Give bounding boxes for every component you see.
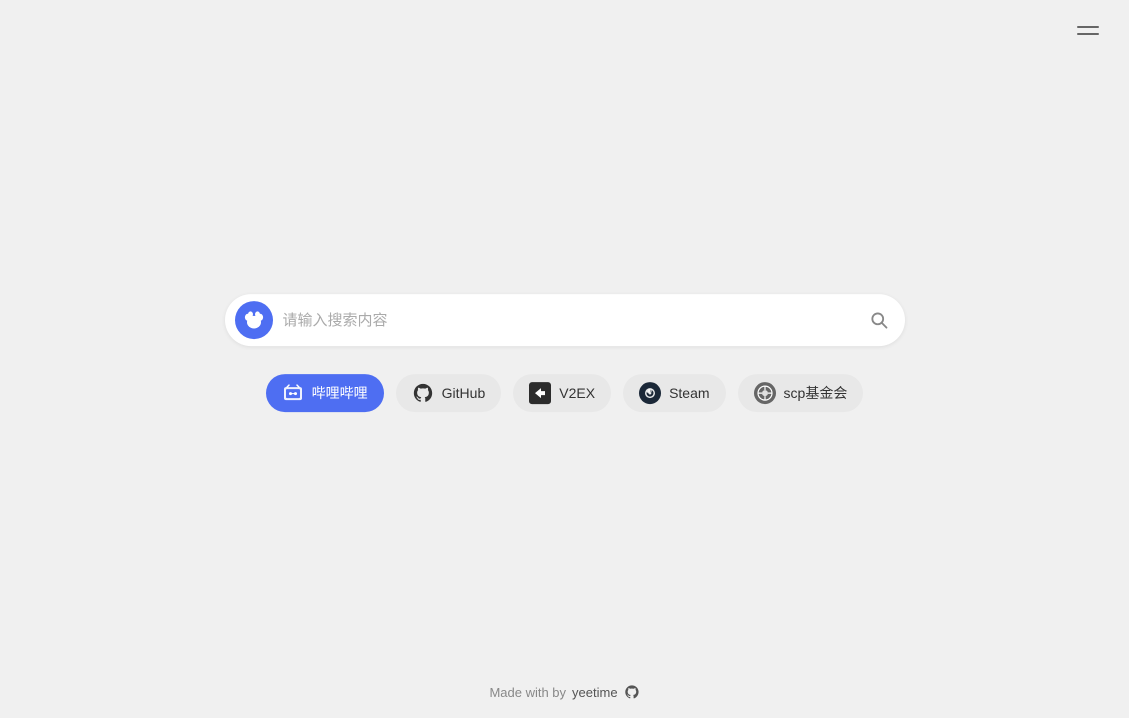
steam-label: Steam xyxy=(669,385,709,401)
search-input[interactable] xyxy=(283,312,869,329)
quick-link-v2ex[interactable]: V2EX xyxy=(513,374,611,412)
quick-link-bilibili[interactable]: 哔哩哔哩 xyxy=(266,374,384,412)
steam-icon xyxy=(639,382,661,404)
github-label: GitHub xyxy=(442,385,486,401)
menu-button[interactable] xyxy=(1071,20,1105,41)
v2ex-icon xyxy=(529,382,551,404)
quick-link-scp[interactable]: scp基金会 xyxy=(738,374,864,412)
scp-icon xyxy=(754,382,776,404)
made-with-text: Made with by xyxy=(489,685,566,700)
quick-link-github[interactable]: GitHub xyxy=(396,374,502,412)
v2ex-label: V2EX xyxy=(559,385,595,401)
footer-github-icon xyxy=(624,684,640,700)
quick-links: 哔哩哔哩 GitHub V2EX xyxy=(266,374,864,412)
baidu-logo xyxy=(235,301,273,339)
bilibili-label: 哔哩哔哩 xyxy=(312,383,368,403)
footer: Made with by yeetime xyxy=(489,684,639,700)
github-icon xyxy=(412,382,434,404)
search-button[interactable] xyxy=(869,310,889,330)
main-content: 哔哩哔哩 GitHub V2EX xyxy=(225,294,905,412)
scp-label: scp基金会 xyxy=(784,383,848,403)
bilibili-icon xyxy=(282,382,304,404)
author-name: yeetime xyxy=(572,685,618,700)
quick-link-steam[interactable]: Steam xyxy=(623,374,725,412)
search-bar xyxy=(225,294,905,346)
